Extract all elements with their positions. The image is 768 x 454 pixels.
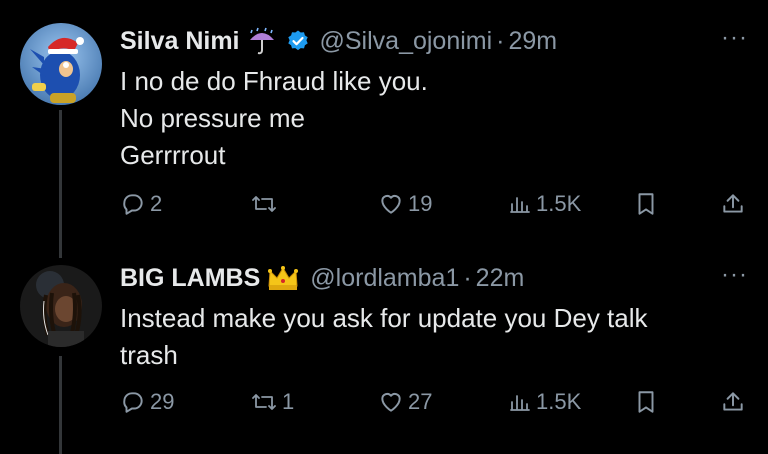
tweet[interactable]: Silva Nimi @Silva_ojonimi · 29m ··· I no… [120, 21, 748, 216]
heart-icon [381, 392, 401, 412]
verified-badge-icon[interactable] [286, 29, 310, 53]
repost-count: 1 [282, 389, 295, 414]
repost-button[interactable] [250, 187, 282, 221]
repost-icon [252, 196, 276, 212]
thread-line-bottom [59, 356, 62, 454]
views-button[interactable]: 1.5K [508, 385, 581, 419]
like-button[interactable]: 27 [378, 385, 432, 419]
view-count: 1.5K [536, 389, 582, 414]
avatar[interactable] [20, 23, 102, 105]
separator-dot: · [496, 26, 505, 55]
reply-icon [123, 392, 143, 413]
action-bar: 29 1 27 1.5K [120, 385, 748, 419]
repost-icon [252, 394, 276, 410]
tweet-text: I no de do Fhraud like you. No pressure … [120, 63, 748, 174]
like-count: 27 [408, 389, 433, 414]
reply-button[interactable]: 2 [120, 187, 162, 221]
bookmark-button[interactable] [635, 187, 657, 221]
display-name[interactable]: BIG LAMBS [120, 264, 260, 293]
reply-count: 29 [150, 389, 175, 414]
bookmark-icon [638, 193, 654, 215]
repost-button[interactable]: 1 [250, 385, 294, 419]
tweet-text-line: Gerrrrout [120, 140, 226, 170]
separator-dot: · [463, 263, 472, 292]
tweet-text-line: I no de do Fhraud like you. [120, 66, 428, 96]
tweet-header: Silva Nimi @Silva_ojonimi · 29m [120, 21, 748, 61]
tweet-text-line: Instead make you ask for update you Dey … [120, 303, 648, 333]
reply-button[interactable]: 29 [120, 385, 174, 419]
thread-line-top [59, 110, 62, 258]
timestamp[interactable]: 29m [509, 27, 558, 56]
bookmark-icon [638, 391, 654, 413]
like-count: 19 [408, 191, 433, 216]
tweet[interactable]: BIG LAMBS @lordlamba1 · 22m ··· Instead … [120, 258, 748, 414]
tweet-text-line: trash [120, 340, 178, 370]
action-bar: 2 19 1.5K [120, 187, 748, 221]
tweet-text: Instead make you ask for update you Dey … [120, 300, 748, 374]
reply-count: 2 [150, 191, 163, 216]
bookmark-button[interactable] [635, 385, 657, 419]
share-button[interactable] [720, 385, 746, 419]
crown-icon [266, 264, 300, 292]
heart-icon [381, 194, 401, 214]
share-icon [723, 392, 743, 411]
bar-chart-icon [510, 395, 530, 411]
user-handle[interactable]: @lordlamba1 [310, 264, 459, 293]
more-options-icon[interactable]: ··· [721, 21, 748, 55]
share-icon [723, 194, 743, 213]
display-name[interactable]: Silva Nimi [120, 27, 240, 56]
more-options-icon[interactable]: ··· [721, 258, 748, 292]
tweet-text-line: No pressure me [120, 103, 305, 133]
user-handle[interactable]: @Silva_ojonimi [320, 27, 493, 56]
reply-icon [123, 194, 143, 215]
tweet-header: BIG LAMBS @lordlamba1 · 22m [120, 258, 748, 298]
like-button[interactable]: 19 [378, 187, 432, 221]
umbrella-rain-icon [246, 26, 278, 56]
timestamp[interactable]: 22m [476, 264, 525, 293]
view-count: 1.5K [536, 191, 582, 216]
bar-chart-icon [510, 197, 530, 213]
avatar[interactable] [20, 265, 102, 347]
views-button[interactable]: 1.5K [508, 187, 581, 221]
share-button[interactable] [720, 187, 746, 221]
